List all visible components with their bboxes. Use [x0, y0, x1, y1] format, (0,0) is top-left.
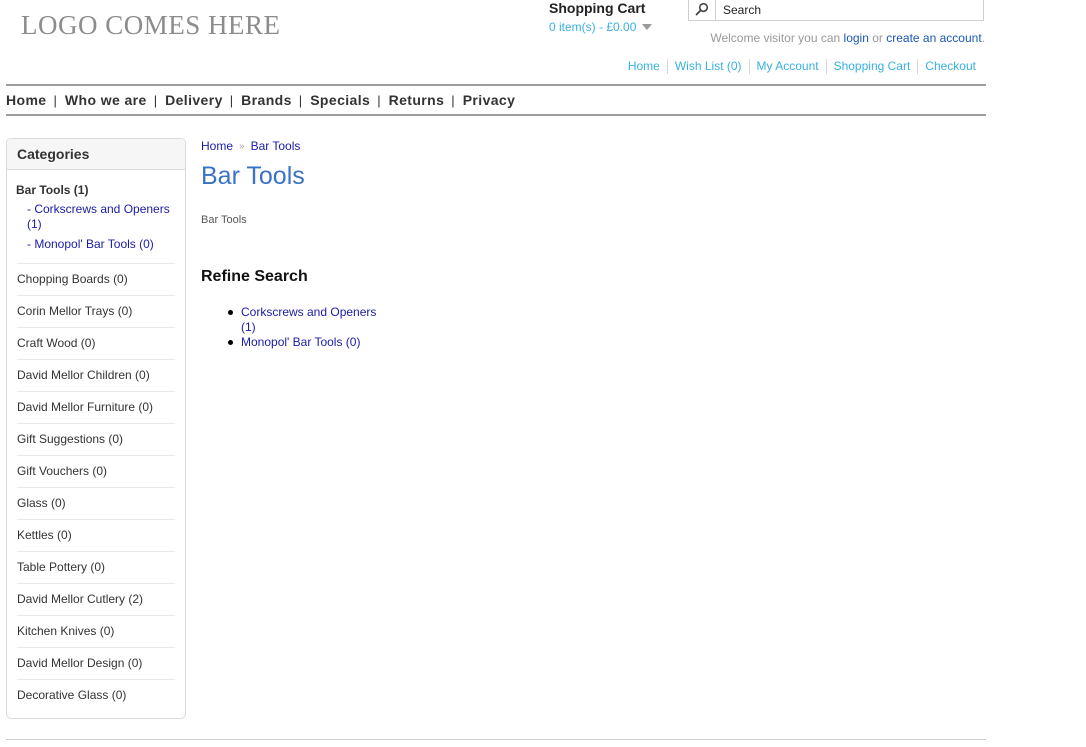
- category-item[interactable]: David Mellor Children (0): [17, 360, 175, 392]
- category-item[interactable]: Craft Wood (0): [17, 328, 175, 360]
- breadcrumb-current[interactable]: Bar Tools: [251, 139, 301, 153]
- menu-item-delivery[interactable]: Delivery: [165, 92, 223, 108]
- category-item[interactable]: Kettles (0): [17, 520, 175, 552]
- category-item[interactable]: Corin Mellor Trays (0): [17, 296, 175, 328]
- menu-item-home[interactable]: Home: [6, 92, 47, 108]
- menu-separator: |: [298, 92, 303, 108]
- category-list: Bar Tools (1) - Corkscrews and Openers (…: [7, 170, 185, 711]
- welcome-suffix: .: [981, 31, 985, 45]
- search-box: [688, 0, 984, 21]
- create-account-link[interactable]: create an account: [886, 31, 981, 45]
- menu-item-specials[interactable]: Specials: [310, 92, 370, 108]
- top-link-cart[interactable]: Shopping Cart: [825, 59, 918, 74]
- cart-summary[interactable]: 0 item(s) - £0.00: [549, 20, 653, 34]
- login-link[interactable]: login: [844, 31, 869, 45]
- menu-item-brands[interactable]: Brands: [241, 92, 292, 108]
- top-link-checkout[interactable]: Checkout: [917, 59, 976, 74]
- categories-title: Categories: [7, 139, 185, 170]
- category-active-label[interactable]: Bar Tools (1): [16, 183, 175, 197]
- main-menu: Home | Who we are | Delivery | Brands | …: [6, 84, 986, 116]
- subcategory-item[interactable]: - Corkscrews and Openers (1): [27, 202, 175, 232]
- category-item[interactable]: David Mellor Furniture (0): [17, 392, 175, 424]
- cart-title: Shopping Cart: [549, 0, 646, 16]
- category-item[interactable]: David Mellor Design (0): [17, 648, 175, 680]
- category-description: Bar Tools: [201, 214, 247, 226]
- category-item[interactable]: Chopping Boards (0): [17, 264, 175, 296]
- magnifier-icon: [695, 2, 709, 16]
- subcategory-item[interactable]: - Monopol' Bar Tools (0): [27, 237, 175, 252]
- top-link-home[interactable]: Home: [621, 59, 667, 74]
- category-item[interactable]: Table Pottery (0): [17, 552, 175, 584]
- menu-item-who-we-are[interactable]: Who we are: [65, 92, 147, 108]
- page-title: Bar Tools: [201, 162, 305, 190]
- breadcrumb: Home » Bar Tools: [201, 139, 300, 153]
- category-item-active: Bar Tools (1) - Corkscrews and Openers (…: [16, 180, 175, 264]
- menu-separator: |: [53, 92, 57, 108]
- menu-separator: |: [377, 92, 381, 108]
- welcome-prefix: Welcome visitor you can: [710, 31, 841, 45]
- footer-divider: [6, 739, 986, 740]
- welcome-or: or: [872, 31, 883, 45]
- refine-search-list: Corkscrews and Openers (1) Monopol' Bar …: [228, 305, 391, 350]
- category-item[interactable]: Gift Vouchers (0): [17, 456, 175, 488]
- refine-item[interactable]: Monopol' Bar Tools (0): [228, 335, 391, 350]
- categories-sidebar: Categories Bar Tools (1) - Corkscrews an…: [6, 138, 186, 719]
- menu-separator: |: [153, 92, 158, 108]
- category-item[interactable]: Gift Suggestions (0): [17, 424, 175, 456]
- breadcrumb-home[interactable]: Home: [201, 139, 233, 153]
- search-button[interactable]: [689, 0, 716, 20]
- refine-item[interactable]: Corkscrews and Openers (1): [228, 305, 391, 335]
- welcome-message: Welcome visitor you can login or create …: [710, 31, 985, 45]
- chevron-down-icon: [642, 24, 653, 30]
- menu-separator: |: [451, 92, 455, 108]
- subcategory-list: - Corkscrews and Openers (1) - Monopol' …: [17, 202, 175, 252]
- page: LOGO COMES HERE Shopping Cart 0 item(s) …: [0, 0, 1086, 747]
- top-links: Home Wish List (0) My Account Shopping C…: [621, 59, 976, 74]
- refine-search-title: Refine Search: [201, 268, 308, 285]
- breadcrumb-separator: »: [239, 140, 245, 152]
- category-item[interactable]: Decorative Glass (0): [17, 680, 175, 711]
- menu-item-returns[interactable]: Returns: [389, 92, 445, 108]
- top-link-wishlist[interactable]: Wish List (0): [666, 59, 749, 74]
- menu-item-privacy[interactable]: Privacy: [463, 92, 516, 108]
- menu-separator: |: [229, 92, 234, 108]
- category-item[interactable]: David Mellor Cutlery (2): [17, 584, 175, 616]
- logo[interactable]: LOGO COMES HERE: [21, 10, 281, 41]
- top-link-account[interactable]: My Account: [748, 59, 826, 74]
- category-item[interactable]: Glass (0): [17, 488, 175, 520]
- search-input[interactable]: [717, 0, 981, 20]
- category-item[interactable]: Kitchen Knives (0): [17, 616, 175, 648]
- cart-summary-text: 0 item(s) - £0.00: [549, 20, 637, 34]
- cart-widget[interactable]: Shopping Cart 0 item(s) - £0.00: [549, 0, 653, 34]
